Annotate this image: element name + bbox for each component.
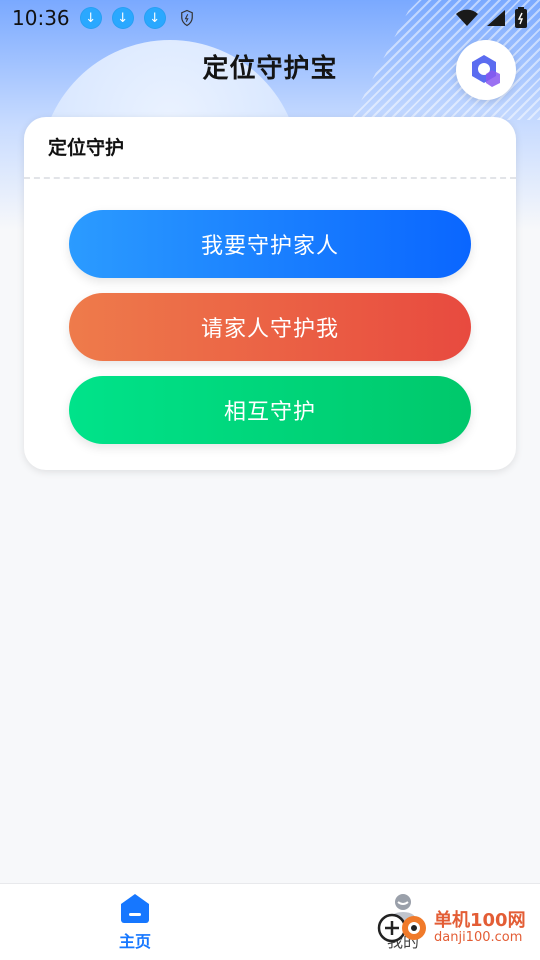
download-icon: ↓	[143, 7, 166, 29]
dashed-divider	[24, 177, 516, 179]
download-icon: ↓	[111, 7, 134, 29]
logo-button[interactable]	[456, 40, 516, 100]
battery-icon	[515, 7, 527, 28]
family-guard-me-button[interactable]: 请家人守护我	[69, 293, 471, 361]
nav-label-home: 主页	[118, 932, 151, 951]
shield-icon	[180, 9, 193, 27]
status-time: 10:36	[12, 6, 70, 30]
watermark: 单机100网 danji100.com	[376, 902, 536, 954]
mutual-guard-button[interactable]: 相互守护	[69, 376, 471, 444]
nav-item-home[interactable]: 主页	[70, 892, 200, 952]
status-bar: 10:36 ↓ ↓ ↓	[0, 0, 540, 36]
watermark-brand: 单机100网	[434, 909, 526, 931]
guard-family-button[interactable]: 我要守护家人	[69, 210, 471, 278]
hexagon-logo-icon	[472, 55, 500, 87]
signal-icon	[487, 10, 505, 26]
watermark-logo-icon	[377, 913, 426, 943]
wifi-icon	[456, 9, 478, 26]
home-icon	[121, 894, 149, 923]
download-icon: ↓	[79, 7, 102, 29]
location-guard-card: 定位守护 我要守护家人 请家人守护我 相互守护	[24, 117, 516, 470]
card-title: 定位守护	[48, 133, 125, 165]
watermark-url: danji100.com	[434, 929, 523, 945]
